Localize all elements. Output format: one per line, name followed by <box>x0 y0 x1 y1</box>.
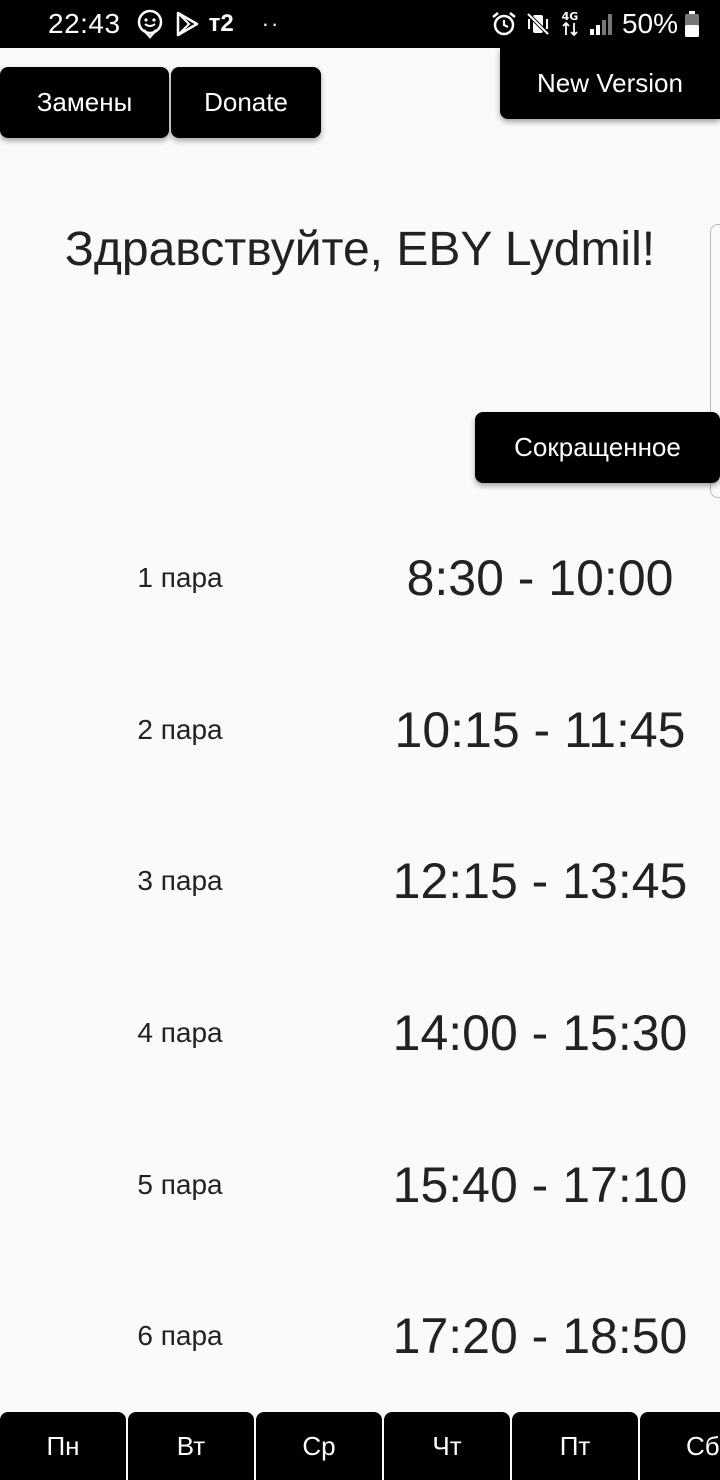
status-left-icons: т2 ·· <box>135 9 281 39</box>
shortened-schedule-button[interactable]: Сокращенное <box>475 412 720 483</box>
tab-tuesday[interactable]: Вт <box>128 1412 254 1480</box>
status-bar: 22:43 т2 ·· 4G 50% <box>0 0 720 48</box>
carrier-label: т2 <box>208 10 234 37</box>
greeting-text: Здравствуйте, EBY Lydmil! <box>64 223 656 276</box>
tab-wednesday[interactable]: Ср <box>256 1412 382 1480</box>
pair-time: 15:40 - 17:10 <box>392 1157 688 1213</box>
signal-icon <box>588 11 614 37</box>
schedule-row: 1 пара 8:30 - 10:00 <box>0 538 720 618</box>
vibrate-mute-icon <box>524 10 552 38</box>
tab-friday[interactable]: Пт <box>512 1412 638 1480</box>
status-time: 22:43 <box>48 8 121 39</box>
status-right-icons: 4G 50% <box>490 8 700 40</box>
alarm-icon <box>490 10 518 38</box>
new-version-button[interactable]: New Version <box>500 48 720 119</box>
battery-percent: 50% <box>621 8 678 39</box>
pair-time: 12:15 - 13:45 <box>392 853 688 909</box>
pair-time: 14:00 - 15:30 <box>392 1005 688 1061</box>
day-tabs: Пн Вт Ср Чт Пт Сб <box>0 1412 720 1480</box>
donate-button[interactable]: Donate <box>171 67 321 138</box>
pair-label: 6 пара <box>137 1320 223 1351</box>
pair-label: 2 пара <box>137 714 223 745</box>
pair-time: 8:30 - 10:00 <box>406 550 674 606</box>
pair-label: 5 пара <box>137 1169 223 1200</box>
4g-data-icon: 4G <box>558 9 582 39</box>
schedule-row: 3 пара 12:15 - 13:45 <box>0 841 720 921</box>
pair-label: 4 пара <box>137 1017 223 1048</box>
smiley-pin-icon <box>135 9 165 39</box>
schedule-row: 4 пара 14:00 - 15:30 <box>0 993 720 1073</box>
tab-saturday[interactable]: Сб <box>640 1412 720 1480</box>
tab-thursday[interactable]: Чт <box>384 1412 510 1480</box>
schedule-row: 5 пара 15:40 - 17:10 <box>0 1145 720 1225</box>
battery-icon <box>684 10 700 38</box>
pair-label: 1 пара <box>137 562 223 593</box>
pair-time: 17:20 - 18:50 <box>392 1308 688 1364</box>
more-notifications-dots: ·· <box>261 11 281 36</box>
pair-time: 10:15 - 11:45 <box>394 702 686 758</box>
pair-label: 3 пара <box>137 865 223 896</box>
zameny-button[interactable]: Замены <box>0 67 169 138</box>
schedule-row: 6 пара 17:20 - 18:50 <box>0 1296 720 1376</box>
tab-monday[interactable]: Пн <box>0 1412 126 1480</box>
play-store-icon <box>173 10 201 38</box>
schedule-row: 2 пара 10:15 - 11:45 <box>0 690 720 770</box>
svg-text:4G: 4G <box>562 10 579 23</box>
